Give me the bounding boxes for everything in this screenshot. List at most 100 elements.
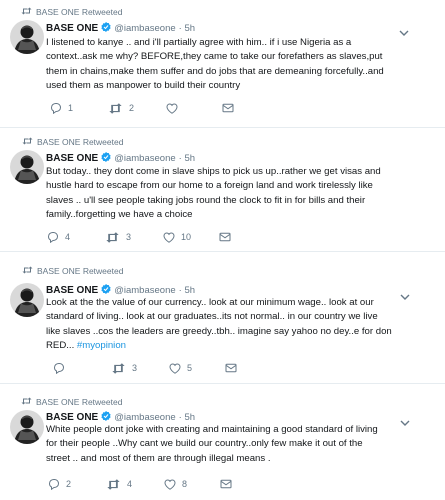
retweet-button[interactable]: 3 xyxy=(111,361,137,375)
timestamp[interactable]: · 5h xyxy=(179,153,195,164)
like-count: 10 xyxy=(181,232,192,242)
envelope-icon xyxy=(225,363,237,373)
display-name[interactable]: BASE ONE xyxy=(46,153,98,164)
tweet-header: BASE ONE @iambaseone · 5h xyxy=(46,152,195,165)
chevron-down-icon[interactable] xyxy=(400,414,410,426)
retweet-count: 3 xyxy=(126,232,132,242)
tweet-text-line: context..ask me why? BEFORE,they came to… xyxy=(46,50,382,64)
tweet-text-line: hustle hard to escape from our home to a… xyxy=(46,179,373,193)
reply-button[interactable]: 1 xyxy=(50,101,73,115)
retweet-icon xyxy=(105,231,120,243)
retweet-count: 2 xyxy=(129,103,135,113)
envelope-icon xyxy=(222,103,234,113)
tweet-text: Look at the the value of our currency.. … xyxy=(46,297,374,308)
retweet-icon xyxy=(108,102,123,114)
direct-message-button[interactable] xyxy=(225,361,237,375)
reply-button[interactable]: 4 xyxy=(47,230,70,244)
retweet-icon xyxy=(106,478,121,490)
tweet-text: RED... xyxy=(46,340,77,352)
reply-button[interactable] xyxy=(53,361,71,375)
avatar[interactable] xyxy=(10,150,44,184)
timestamp[interactable]: · 5h xyxy=(179,285,195,296)
user-handle[interactable]: @iambaseone xyxy=(114,23,175,34)
user-handle[interactable]: @iambaseone xyxy=(114,285,175,296)
heart-icon xyxy=(163,231,175,243)
reply-icon xyxy=(48,478,60,490)
display-name[interactable]: BASE ONE xyxy=(46,285,98,296)
reply-count: 1 xyxy=(68,103,74,113)
like-count: 5 xyxy=(187,363,193,373)
tweet-text: street .. and most of them are through i… xyxy=(46,452,271,464)
envelope-icon xyxy=(220,479,232,489)
hashtag-link[interactable]: #myopinion xyxy=(77,340,126,351)
verified-badge-icon xyxy=(101,22,111,35)
tweet-text-line: them in chains,make them suffer and do j… xyxy=(46,65,384,79)
retweeted-header: BASE ONE Retweeted xyxy=(21,7,122,17)
tweet-text-line: standard of living.. look at our graduat… xyxy=(46,310,378,324)
heart-icon xyxy=(169,362,181,374)
direct-message-button[interactable] xyxy=(222,101,234,115)
tweet-text: hustle hard to escape from our home to a… xyxy=(46,180,373,192)
display-name[interactable]: BASE ONE xyxy=(46,412,98,423)
retweet-icon xyxy=(22,266,33,276)
retweet-count: 4 xyxy=(127,479,133,489)
reply-icon xyxy=(53,362,65,374)
retweet-button[interactable]: 2 xyxy=(108,101,134,115)
chevron-down-icon[interactable] xyxy=(399,24,409,36)
like-button[interactable]: 5 xyxy=(169,361,192,375)
reply-count: 4 xyxy=(65,232,71,242)
user-handle[interactable]: @iambaseone xyxy=(114,153,175,164)
tweet-text: like slaves ..cos the leaders are greedy… xyxy=(46,325,392,337)
retweet-icon xyxy=(21,7,32,17)
tweet-text-line: slaves .. u'll see people taking jobs ro… xyxy=(46,194,365,208)
tweet-divider xyxy=(0,127,445,128)
tweet-divider xyxy=(0,251,445,252)
like-button[interactable] xyxy=(166,101,184,115)
tweet-text-line: for their people ..Why cant we build our… xyxy=(46,437,363,451)
tweet-text-line: White people dont joke with creating and… xyxy=(46,423,378,437)
retweet-icon xyxy=(111,362,126,374)
envelope-icon xyxy=(219,232,231,242)
tweet-text: family..forgetting we have a choice xyxy=(46,209,193,221)
tweet-text: But today.. they dont come in slave ship… xyxy=(46,166,381,177)
retweeted-header: BASE ONE Retweeted xyxy=(21,397,122,407)
tweet-text: them in chains,make them suffer and do j… xyxy=(46,65,384,77)
tweet-text: slaves .. u'll see people taking jobs ro… xyxy=(46,194,366,206)
reply-button[interactable]: 2 xyxy=(48,477,71,491)
retweet-icon xyxy=(22,137,33,147)
user-handle[interactable]: @iambaseone xyxy=(114,412,175,423)
avatar[interactable] xyxy=(10,410,44,444)
timestamp[interactable]: · 5h xyxy=(179,412,195,423)
tweet-text: used them as manpower to build their cou… xyxy=(46,80,241,92)
like-button[interactable]: 8 xyxy=(164,477,187,491)
timestamp[interactable]: · 5h xyxy=(179,23,195,34)
tweet-text: standard of living.. look at our graduat… xyxy=(46,311,378,323)
tweet-text-line: Look at the the value of our currency.. … xyxy=(46,296,374,310)
reply-icon xyxy=(50,102,62,114)
direct-message-button[interactable] xyxy=(219,230,231,244)
tweet-text-line: But today.. they dont come in slave ship… xyxy=(46,165,381,179)
retweeted-header: BASE ONE Retweeted xyxy=(22,266,123,276)
tweet-header: BASE ONE @iambaseone · 5h xyxy=(46,22,195,35)
display-name[interactable]: BASE ONE xyxy=(46,23,98,34)
retweeted-label: BASE ONE Retweeted xyxy=(37,137,124,147)
retweeted-header: BASE ONE Retweeted xyxy=(22,137,123,147)
heart-icon xyxy=(164,478,176,490)
tweet-text: for their people ..Why cant we build our… xyxy=(46,438,363,450)
direct-message-button[interactable] xyxy=(220,477,232,491)
chevron-down-icon[interactable] xyxy=(400,288,410,300)
avatar[interactable] xyxy=(10,283,44,317)
retweet-count: 3 xyxy=(132,363,138,373)
heart-icon xyxy=(166,102,178,114)
tweet-text-line: like slaves ..cos the leaders are greedy… xyxy=(46,325,392,339)
retweet-icon xyxy=(21,397,32,407)
tweet-divider xyxy=(0,383,445,384)
tweet-text: context..ask me why? BEFORE,they came to… xyxy=(46,51,383,63)
tweet-text-line: RED... #myopinion xyxy=(46,339,126,353)
retweet-button[interactable]: 4 xyxy=(106,477,132,491)
retweet-button[interactable]: 3 xyxy=(105,230,131,244)
avatar[interactable] xyxy=(10,20,44,54)
reply-icon xyxy=(47,231,59,243)
like-button[interactable]: 10 xyxy=(163,230,191,244)
tweet-text-line: street .. and most of them are through i… xyxy=(46,452,271,466)
